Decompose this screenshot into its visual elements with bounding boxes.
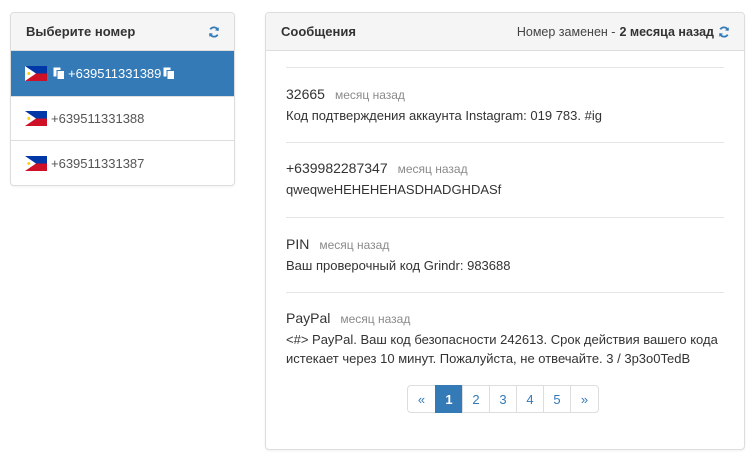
message-text-line: <#> PayPal. Ваш код безопасности 242613.…: [286, 332, 718, 347]
messages-panel: Сообщения Номер заменен - 2 месяца назад…: [265, 12, 745, 450]
message-list: 32665 месяц назад Код подтверждения акка…: [266, 67, 744, 368]
message-sender: PIN: [286, 236, 310, 252]
number-label: +639511331389: [68, 66, 162, 81]
pagination-page-5[interactable]: 5: [543, 385, 571, 413]
number-list: +639511331389 +639511331388 +63951133138…: [11, 51, 234, 185]
message-text: Ваш проверочный код Grindr: 983688: [286, 258, 511, 273]
message-text-line: истекает через 10 минут. Пожалуйста, не …: [286, 351, 691, 366]
number-panel-heading: Выберите номер: [11, 13, 234, 51]
number-item[interactable]: +639511331389: [11, 51, 234, 97]
pagination-page-1[interactable]: 1: [435, 385, 463, 413]
number-label: +639511331387: [51, 155, 145, 171]
pagination-prev[interactable]: «: [407, 385, 436, 413]
number-replaced-time: 2 месяца назад: [619, 24, 714, 39]
number-replaced-label: Номер заменен -: [516, 24, 616, 39]
message-time: месяц назад: [340, 312, 411, 326]
pagination-page-2[interactable]: 2: [462, 385, 490, 413]
message-time: месяц назад: [397, 162, 468, 176]
pagination-page-4[interactable]: 4: [516, 385, 544, 413]
messages-panel-heading: Сообщения Номер заменен - 2 месяца назад: [266, 13, 744, 51]
pagination-page-3[interactable]: 3: [489, 385, 517, 413]
message-time: месяц назад: [334, 88, 405, 102]
message-time: месяц назад: [319, 238, 390, 252]
copy-icon[interactable]: [163, 67, 176, 80]
philippines-flag-icon: [25, 66, 47, 81]
message-item: PayPal месяц назад <#> PayPal. Ваш код б…: [286, 292, 724, 368]
pagination-next[interactable]: »: [570, 385, 599, 413]
message-item: +639982287347 месяц назад qweqweHEHEHEHA…: [286, 142, 724, 217]
number-item[interactable]: +639511331388: [11, 97, 234, 141]
message-text: qweqweHEHEHEHASDHADGHDASf: [286, 182, 502, 197]
pagination: « 1 2 3 4 5 »: [407, 385, 599, 413]
philippines-flag-icon: [25, 111, 47, 126]
refresh-icon[interactable]: [718, 25, 730, 38]
message-item: PIN месяц назад Ваш проверочный код Grin…: [286, 217, 724, 292]
number-select-panel: Выберите номер +639511331389 +6395113313…: [10, 12, 235, 186]
number-item[interactable]: +639511331387: [11, 141, 234, 185]
number-replaced-status: Номер заменен - 2 месяца назад: [517, 25, 730, 39]
number-panel-title: Выберите номер: [26, 24, 136, 39]
message-item: 32665 месяц назад Код подтверждения акка…: [286, 67, 724, 142]
message-sender: 32665: [286, 86, 325, 102]
message-text: Код подтверждения аккаунта Instagram: 01…: [286, 108, 602, 123]
message-sender: +639982287347: [286, 160, 388, 176]
refresh-icon[interactable]: [208, 25, 220, 38]
messages-panel-title: Сообщения: [281, 24, 356, 39]
copy-icon[interactable]: [53, 67, 65, 80]
number-label: +639511331388: [51, 111, 145, 126]
message-text: <#> PayPal. Ваш код безопасности 242613.…: [286, 330, 724, 368]
philippines-flag-icon: [25, 155, 47, 171]
message-sender: PayPal: [286, 310, 331, 326]
